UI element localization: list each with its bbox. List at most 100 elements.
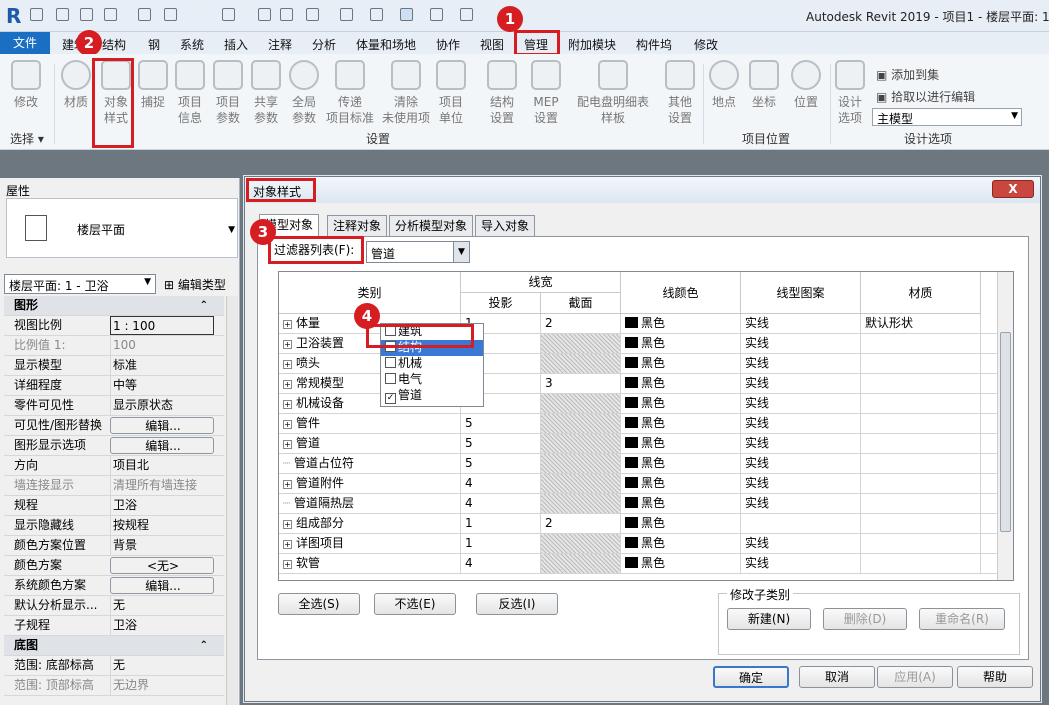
expand-icon[interactable]: +	[283, 320, 292, 329]
dimension-icon[interactable]	[258, 8, 271, 21]
expand-icon[interactable]: +	[283, 440, 292, 449]
line-color-cell[interactable]: 黑色	[621, 534, 741, 553]
line-color-cell[interactable]: 黑色	[621, 474, 741, 493]
filter-option[interactable]: 电气	[381, 372, 483, 388]
checkbox[interactable]	[385, 357, 396, 368]
cut-weight-cell[interactable]	[541, 554, 621, 573]
line-pattern-cell[interactable]: 实线	[741, 414, 861, 433]
properties-scrollbar[interactable]	[226, 296, 238, 705]
line-pattern-cell[interactable]: 实线	[741, 314, 861, 333]
save-icon[interactable]	[80, 8, 93, 21]
line-pattern-cell[interactable]: 实线	[741, 334, 861, 353]
table-row[interactable]: ┈ 管道占位符 5 黑色 实线	[279, 454, 997, 474]
switch-windows-icon[interactable]	[460, 8, 473, 21]
invert-selection-button[interactable]: 反选(I)	[476, 593, 558, 615]
property-row[interactable]: 零件可见性 显示原状态	[4, 396, 224, 416]
cut-weight-cell[interactable]	[541, 534, 621, 553]
property-row[interactable]: 颜色方案位置 背景	[4, 536, 224, 556]
mep-settings-button[interactable]: MEP 设置	[526, 60, 566, 126]
property-row[interactable]: 显示模型 标准	[4, 356, 224, 376]
filter-option[interactable]: ✓ 管道	[381, 388, 483, 404]
category-name-cell[interactable]: ┈ 管道隔热层	[279, 494, 461, 513]
sync-icon[interactable]	[104, 8, 117, 21]
line-color-cell[interactable]: 黑色	[621, 514, 741, 533]
category-name-cell[interactable]: + 详图项目	[279, 534, 461, 553]
checkbox[interactable]: ✓	[385, 393, 396, 404]
property-value[interactable]: 1 : 100	[110, 316, 214, 335]
property-row[interactable]: 方向 项目北	[4, 456, 224, 476]
property-row[interactable]: 视图比例 1 : 100	[4, 316, 224, 336]
line-pattern-cell[interactable]: 实线	[741, 374, 861, 393]
design-options-button[interactable]: 设计 选项	[832, 60, 868, 126]
material-cell[interactable]	[861, 474, 981, 493]
property-row[interactable]: 范围: 底部标高 无	[4, 656, 224, 676]
property-row[interactable]: 颜色方案 <无>	[4, 556, 224, 576]
collapse-icon[interactable]: ⌃	[200, 296, 208, 315]
line-color-cell[interactable]: 黑色	[621, 314, 741, 333]
select-panel-label[interactable]: 选择 ▾	[10, 130, 44, 147]
modify-button[interactable]: 修改	[6, 60, 46, 110]
measure-icon[interactable]	[222, 8, 235, 21]
cut-weight-cell[interactable]	[541, 474, 621, 493]
line-pattern-cell[interactable]: 实线	[741, 554, 861, 573]
shared-params-button[interactable]: 共享 参数	[248, 60, 284, 126]
pick-to-edit-button[interactable]: ▣ 拾取以进行编辑	[876, 88, 975, 105]
tab-collaborate[interactable]: 协作	[436, 36, 460, 53]
redo-icon[interactable]	[164, 8, 177, 21]
cancel-button[interactable]: 取消	[799, 666, 875, 688]
cut-weight-cell[interactable]	[541, 354, 621, 373]
line-color-cell[interactable]: 黑色	[621, 434, 741, 453]
cut-weight-cell[interactable]: 2	[541, 314, 621, 333]
edit-type-button[interactable]: ⊞ 编辑类型	[164, 276, 226, 293]
filter-list-select[interactable]: 管道 ▼	[366, 241, 470, 263]
category-name-cell[interactable]: + 管道附件	[279, 474, 461, 493]
expand-icon[interactable]: +	[283, 380, 292, 389]
property-row[interactable]: 系统颜色方案 编辑...	[4, 576, 224, 596]
material-cell[interactable]	[861, 554, 981, 573]
material-cell[interactable]	[861, 334, 981, 353]
material-cell[interactable]	[861, 394, 981, 413]
material-cell[interactable]: 默认形状	[861, 314, 981, 333]
select-none-button[interactable]: 不选(E)	[374, 593, 456, 615]
property-row[interactable]: 范围: 顶部标高 无边界	[4, 676, 224, 696]
line-color-cell[interactable]: 黑色	[621, 494, 741, 513]
line-color-cell[interactable]: 黑色	[621, 414, 741, 433]
cut-weight-cell[interactable]	[541, 394, 621, 413]
project-params-button[interactable]: 项目 参数	[210, 60, 246, 126]
text-icon[interactable]	[306, 8, 319, 21]
table-row[interactable]: ┈ 管道隔热层 4 黑色 实线	[279, 494, 997, 514]
add-to-set-button[interactable]: ▣ 添加到集	[876, 66, 939, 83]
property-row[interactable]: 规程 卫浴	[4, 496, 224, 516]
table-row[interactable]: + 详图项目 1 黑色 实线	[279, 534, 997, 554]
scrollbar-thumb[interactable]	[1000, 332, 1011, 532]
line-color-cell[interactable]: 黑色	[621, 374, 741, 393]
tab-addins[interactable]: 附加模块	[568, 36, 616, 53]
collapse-icon[interactable]: ⌃	[200, 636, 208, 655]
panel-schedule-templates-button[interactable]: 配电盘明细表 样板	[570, 60, 656, 126]
table-row[interactable]: + 组成部分 1 2 黑色	[279, 514, 997, 534]
expand-icon[interactable]: +	[283, 560, 292, 569]
cut-weight-cell[interactable]	[541, 334, 621, 353]
cut-weight-cell[interactable]	[541, 454, 621, 473]
close-button[interactable]: X	[992, 180, 1034, 198]
line-pattern-cell[interactable]: 实线	[741, 394, 861, 413]
filter-option[interactable]: 机械	[381, 356, 483, 372]
property-row[interactable]: 墙连接显示 清理所有墙连接	[4, 476, 224, 496]
expand-icon[interactable]: +	[283, 340, 292, 349]
projection-weight-cell[interactable]: 1	[461, 514, 541, 533]
revit-logo[interactable]: R	[6, 4, 21, 28]
coordinates-button[interactable]: 坐标	[746, 60, 782, 110]
property-row[interactable]: 默认分析显示... 无	[4, 596, 224, 616]
line-color-cell[interactable]: 黑色	[621, 454, 741, 473]
delete-subcategory-button[interactable]: 删除(D)	[823, 608, 907, 630]
new-subcategory-button[interactable]: 新建(N)	[727, 608, 811, 630]
tab-systems[interactable]: 系统	[180, 36, 204, 53]
property-row[interactable]: 图形显示选项 编辑...	[4, 436, 224, 456]
expand-icon[interactable]: +	[283, 520, 292, 529]
line-pattern-cell[interactable]: 实线	[741, 534, 861, 553]
tab-file[interactable]: 文件	[0, 32, 50, 54]
cut-weight-cell[interactable]	[541, 434, 621, 453]
purge-unused-button[interactable]: 清除 未使用项	[378, 60, 434, 126]
additional-settings-button[interactable]: 其他 设置	[660, 60, 700, 126]
position-button[interactable]: 位置	[788, 60, 824, 110]
